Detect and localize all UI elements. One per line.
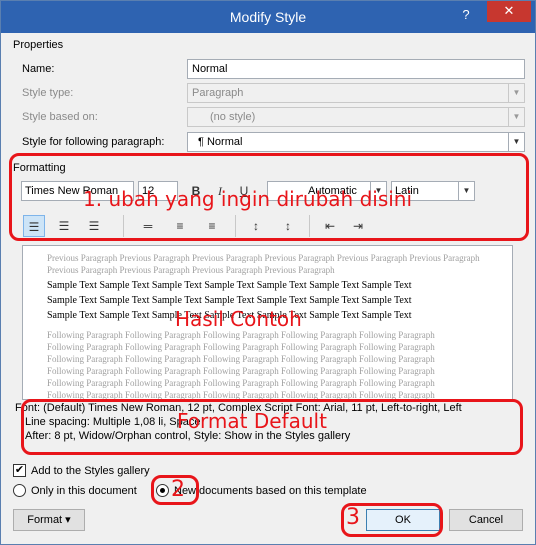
preview-sample-line: Sample Text Sample Text Sample Text Samp…	[47, 280, 412, 291]
preview-following-line: Following Paragraph Following Paragraph …	[47, 366, 435, 376]
add-to-gallery-checkbox[interactable]: ✔	[13, 464, 26, 477]
style-type-select: Paragraph ▼	[187, 83, 525, 103]
preview-following-line: Following Paragraph Following Paragraph …	[47, 378, 435, 388]
only-this-document-radio[interactable]	[13, 484, 26, 497]
name-input[interactable]: Normal	[187, 59, 525, 79]
new-documents-label: New documents based on this template	[174, 485, 367, 497]
window-title: Modify Style	[229, 9, 307, 25]
close-icon: ✕	[503, 3, 515, 18]
style-type-label: Style type:	[22, 87, 74, 99]
format-button[interactable]: Format ▾	[13, 509, 85, 531]
following-style-label: Style for following paragraph:	[22, 136, 165, 148]
based-on-value: (no style)	[210, 111, 256, 123]
chevron-down-icon: ▼	[508, 108, 524, 126]
preview-sample-line: Sample Text Sample Text Sample Text Samp…	[47, 295, 412, 306]
annotation-step-3: 3	[346, 505, 360, 530]
cancel-button[interactable]: Cancel	[449, 509, 523, 531]
help-button[interactable]: ?	[456, 5, 476, 25]
annotation-preview-label: Hasil Contoh	[175, 307, 302, 331]
annotation-step-1: 1. ubah yang ingin dirubah disini	[83, 187, 413, 211]
annotation-default-format: Format Default	[177, 409, 327, 433]
chevron-down-icon: ▼	[508, 133, 524, 151]
checkmark-icon: ✔	[14, 464, 25, 476]
based-on-label: Style based on:	[22, 111, 98, 123]
preview-following-line: Following Paragraph Following Paragraph …	[47, 342, 435, 352]
preview-following-line: Following Paragraph Following Paragraph …	[47, 354, 435, 364]
following-style-select[interactable]: ¶ Normal ▼	[187, 132, 525, 152]
style-type-value: Paragraph	[192, 87, 244, 99]
following-style-value: ¶ Normal	[198, 136, 243, 148]
based-on-select: (no style) ▼	[187, 107, 525, 127]
modify-style-dialog: Modify Style ? ✕ Properties Name: Normal…	[0, 0, 536, 545]
title-bar: Modify Style ? ✕	[1, 1, 535, 33]
annotation-step-2: 2	[171, 477, 185, 502]
chevron-down-icon: ▼	[508, 84, 524, 102]
name-label: Name:	[22, 63, 55, 75]
properties-group-label: Properties	[13, 39, 64, 51]
preview-previous-paragraph: Previous Paragraph Previous Paragraph Pr…	[47, 253, 480, 275]
close-button[interactable]: ✕	[487, 1, 531, 22]
add-to-gallery-label: Add to the Styles gallery	[31, 465, 150, 477]
only-this-document-label: Only in this document	[31, 485, 137, 497]
dialog-body: Properties Name: Normal Style type: Para…	[9, 33, 527, 538]
